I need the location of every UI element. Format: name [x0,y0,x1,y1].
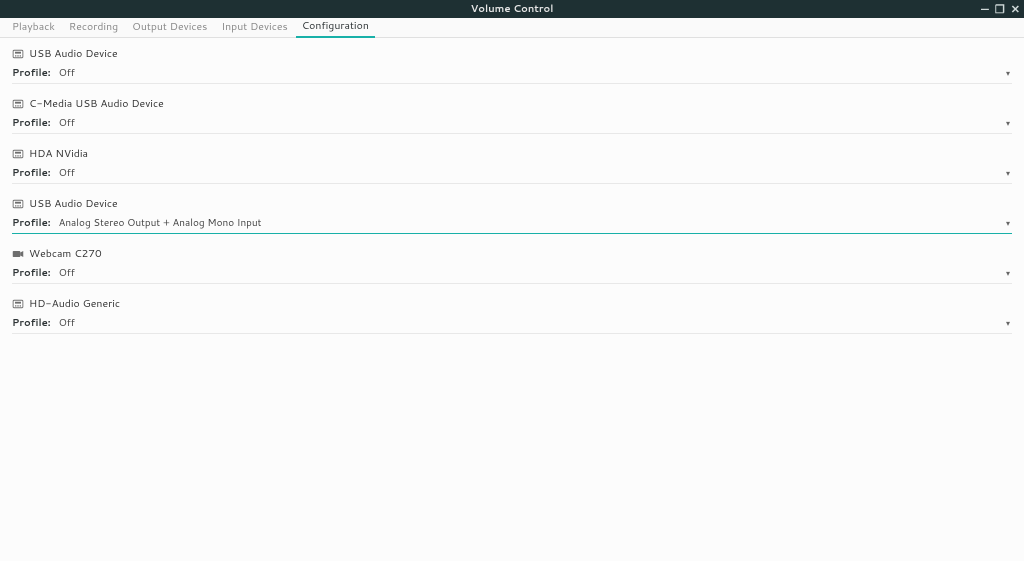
device-header: USB Audio Device [12,44,1012,63]
device-entry: HDA NVidia Profile: Off ▾ [12,144,1012,186]
profile-select[interactable]: Off ▾ [57,165,1012,181]
profile-row: Profile: Off ▾ [12,63,1012,84]
device-header: HD-Audio Generic [12,294,1012,313]
profile-value: Off [59,116,75,130]
sound-card-icon [12,48,24,60]
tab-input-devices[interactable]: Input Devices [215,17,293,37]
profile-value: Off [59,166,75,180]
chevron-down-icon: ▾ [1006,167,1010,179]
window-titlebar: Volume Control — ❐ ✕ [0,0,1024,18]
profile-value: Off [59,316,75,330]
device-header: HDA NVidia [12,144,1012,163]
device-entry: USB Audio Device Profile: Off ▾ [12,44,1012,86]
minimize-icon[interactable]: — [981,4,989,15]
device-entry: USB Audio Device Profile: Analog Stereo Ou… [12,194,1012,236]
profile-select[interactable]: Off ▾ [57,315,1012,331]
profile-value: Off [59,266,75,280]
profile-row: Profile: Off ▾ [12,113,1012,134]
close-icon[interactable]: ✕ [1011,4,1020,15]
profile-select[interactable]: Off ▾ [57,115,1012,131]
sound-card-icon [12,98,24,110]
device-name-label: HD-Audio Generic [29,297,120,311]
device-name-label: Webcam C270 [29,247,102,261]
device-header: C-Media USB Audio Device [12,94,1012,113]
device-header: USB Audio Device [12,194,1012,213]
profile-select[interactable]: Off ▾ [57,65,1012,81]
device-name-label: USB Audio Device [29,197,118,211]
profile-label: Profile: [12,216,51,230]
profile-row: Profile: Off ▾ [12,263,1012,284]
device-entry: C-Media USB Audio Device Profile: Off ▾ [12,94,1012,136]
chevron-down-icon: ▾ [1006,67,1010,79]
chevron-down-icon: ▾ [1006,317,1010,329]
tab-output-devices[interactable]: Output Devices [126,17,213,37]
device-entry: Webcam C270 Profile: Off ▾ [12,244,1012,286]
window-controls: — ❐ ✕ [981,0,1020,18]
profile-select[interactable]: Analog Stereo Output + Analog Mono Input… [57,215,1012,231]
profile-select[interactable]: Off ▾ [57,265,1012,281]
profile-value: Off [59,66,75,80]
tab-bar: Playback Recording Output Devices Input … [0,18,1024,38]
profile-label: Profile: [12,66,51,80]
chevron-down-icon: ▾ [1006,217,1010,229]
profile-label: Profile: [12,266,51,280]
device-header: Webcam C270 [12,244,1012,263]
camera-icon [12,248,24,260]
window-title: Volume Control [471,2,554,16]
device-entry: HD-Audio Generic Profile: Off ▾ [12,294,1012,336]
profile-row: Profile: Off ▾ [12,313,1012,334]
profile-label: Profile: [12,166,51,180]
device-name-label: HDA NVidia [29,147,88,161]
device-name-label: USB Audio Device [29,47,118,61]
tab-playback[interactable]: Playback [6,17,61,37]
device-name-label: C-Media USB Audio Device [29,97,164,111]
chevron-down-icon: ▾ [1006,117,1010,129]
sound-card-icon [12,198,24,210]
profile-value: Analog Stereo Output + Analog Mono Input [59,216,262,230]
profile-label: Profile: [12,316,51,330]
maximize-icon[interactable]: ❐ [995,4,1005,15]
chevron-down-icon: ▾ [1006,267,1010,279]
sound-card-icon [12,298,24,310]
sound-card-icon [12,148,24,160]
configuration-panel: USB Audio DeviceProfile:Off▾C-Media USB … [0,38,1024,350]
profile-label: Profile: [12,116,51,130]
tab-recording[interactable]: Recording [63,17,124,37]
profile-row: Profile: Analog Stereo Output + Analog Mo… [12,213,1012,234]
tab-configuration[interactable]: Configuration [296,16,375,38]
profile-row: Profile: Off ▾ [12,163,1012,184]
